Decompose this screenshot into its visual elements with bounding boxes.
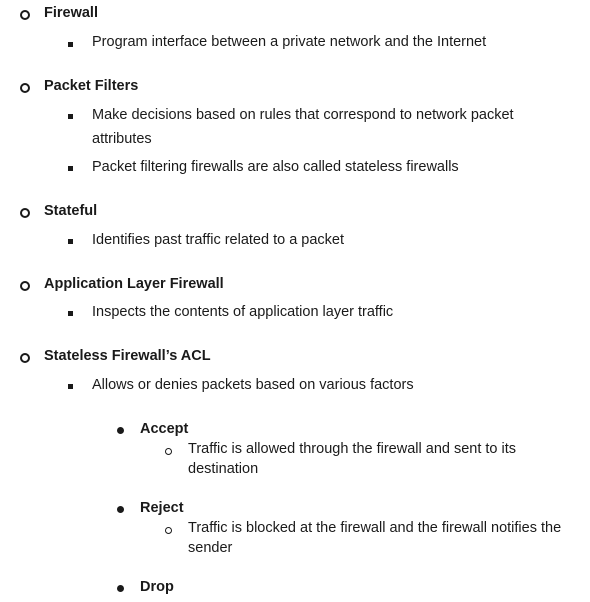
heading-packet-filters: Packet Filters xyxy=(44,78,139,94)
item-packet-filters-2: Packet filtering firewalls are also call… xyxy=(92,159,459,175)
action-reject-detail-b: sender xyxy=(188,540,233,556)
action-reject: Reject xyxy=(140,500,184,516)
action-accept: Accept xyxy=(140,421,189,437)
heading-stateful: Stateful xyxy=(44,203,98,219)
circle-bullet-icon xyxy=(20,83,30,93)
circle-bullet-icon xyxy=(20,353,30,363)
square-bullet-icon xyxy=(68,114,73,119)
heading-application-layer-firewall: Application Layer Firewall xyxy=(44,276,224,292)
square-bullet-icon xyxy=(68,384,73,389)
action-reject-detail-a: Traffic is blocked at the firewall and t… xyxy=(188,520,562,536)
square-bullet-icon xyxy=(68,239,73,244)
dot-bullet-icon xyxy=(117,506,124,513)
circle-bullet-icon xyxy=(20,10,30,20)
dot-bullet-icon xyxy=(117,585,124,592)
square-bullet-icon xyxy=(68,166,73,171)
item-firewall-1: Program interface between a private netw… xyxy=(92,34,487,50)
square-bullet-icon xyxy=(68,42,73,47)
circle-bullet-icon xyxy=(20,281,30,291)
action-accept-detail-b: destination xyxy=(188,461,259,477)
ring-bullet-icon xyxy=(165,448,172,455)
action-drop: Drop xyxy=(140,579,174,595)
item-stateful-1: Identifies past traffic related to a pac… xyxy=(92,232,345,248)
ring-bullet-icon xyxy=(165,527,172,534)
item-packet-filters-1a: Make decisions based on rules that corre… xyxy=(92,107,514,123)
square-bullet-icon xyxy=(68,311,73,316)
item-stateless-acl-1: Allows or denies packets based on variou… xyxy=(92,377,414,393)
item-application-layer-1: Inspects the contents of application lay… xyxy=(92,304,394,320)
circle-bullet-icon xyxy=(20,208,30,218)
heading-stateless-acl: Stateless Firewall’s ACL xyxy=(44,348,211,364)
item-packet-filters-1b: attributes xyxy=(92,131,152,147)
dot-bullet-icon xyxy=(117,427,124,434)
action-accept-detail-a: Traffic is allowed through the firewall … xyxy=(188,441,517,457)
heading-firewall: Firewall xyxy=(44,5,98,21)
